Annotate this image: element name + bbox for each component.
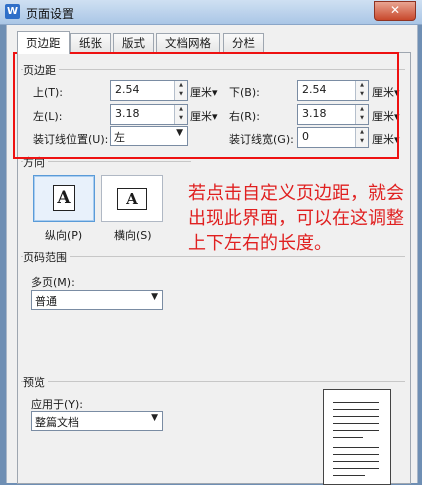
gutter-width-unit[interactable]: 厘米▾ xyxy=(372,131,400,147)
gutter-position-label: 装订线位置(U): xyxy=(33,133,109,146)
multiple-pages-value: 普通 xyxy=(35,295,57,308)
annotation-line: 出现此界面，可以在这调整 xyxy=(188,208,404,229)
gutter-width-label: 装订线宽(G): xyxy=(229,133,294,146)
top-margin-label: 上(T): xyxy=(33,86,64,99)
right-margin-value: 3.18 xyxy=(302,107,327,120)
apply-to-value: 整篇文档 xyxy=(35,416,79,429)
bottom-margin-spinner[interactable]: 2.54 ▲ ▼ xyxy=(297,80,369,101)
top-margin-spinner[interactable]: 2.54 ▲ ▼ xyxy=(110,80,188,101)
tab-document-grid[interactable]: 文档网格 xyxy=(156,33,220,52)
bottom-margin-value: 2.54 xyxy=(302,83,327,96)
page-preview-thumbnail xyxy=(323,389,391,485)
tab-columns[interactable]: 分栏 xyxy=(223,33,264,52)
left-margin-unit[interactable]: 厘米▾ xyxy=(190,108,218,124)
bottom-margin-label: 下(B): xyxy=(229,86,260,99)
landscape-label: 横向(S) xyxy=(114,229,152,242)
orientation-group-label: 方向 xyxy=(23,154,48,170)
preview-group-label: 预览 xyxy=(23,374,48,390)
gutter-width-value: 0 xyxy=(302,130,309,143)
multiple-pages-select[interactable]: 普通 ▼ xyxy=(31,290,163,310)
margins-group-label: 页边距 xyxy=(23,62,59,78)
spinner-arrows-icon[interactable]: ▲ ▼ xyxy=(355,128,368,147)
portrait-label: 纵向(P) xyxy=(45,229,83,242)
dropdown-arrow-icon: ▼ xyxy=(176,128,183,138)
annotation-line: 上下左右的长度。 xyxy=(188,233,332,254)
wps-app-icon: W xyxy=(5,4,20,19)
right-margin-spinner[interactable]: 3.18 ▲ ▼ xyxy=(297,104,369,125)
dropdown-arrow-icon: ▼ xyxy=(151,413,158,423)
tab-layout[interactable]: 版式 xyxy=(113,33,154,52)
page-range-group-label: 页码范围 xyxy=(23,249,70,265)
apply-to-label: 应用于(Y): xyxy=(31,398,84,411)
left-margin-value: 3.18 xyxy=(115,107,140,120)
page-range-group-divider xyxy=(21,256,405,257)
close-button[interactable]: ✕ xyxy=(374,1,416,21)
top-margin-value: 2.54 xyxy=(115,83,140,96)
dropdown-arrow-icon: ▼ xyxy=(151,292,158,302)
annotation-line: 若点击自定义页边距，就会 xyxy=(188,183,404,204)
preview-group-divider xyxy=(21,381,405,382)
spinner-arrows-icon[interactable]: ▲ ▼ xyxy=(355,105,368,124)
apply-to-select[interactable]: 整篇文档 ▼ xyxy=(31,411,163,431)
bottom-margin-unit[interactable]: 厘米▾ xyxy=(372,84,400,100)
annotation-text: 若点击自定义页边距，就会 出现此界面，可以在这调整 上下左右的长度。 xyxy=(188,181,420,256)
landscape-page-icon: A xyxy=(117,188,147,210)
spinner-arrows-icon[interactable]: ▲ ▼ xyxy=(355,81,368,100)
margins-group-divider xyxy=(21,69,405,70)
gutter-position-select[interactable]: 左 ▼ xyxy=(110,126,188,146)
window-title: 页面设置 xyxy=(26,7,75,21)
portrait-page-icon: A xyxy=(53,185,75,211)
portrait-option[interactable]: A xyxy=(33,175,95,222)
tab-margins[interactable]: 页边距 xyxy=(17,31,70,54)
gutter-width-spinner[interactable]: 0 ▲ ▼ xyxy=(297,127,369,148)
left-margin-label: 左(L): xyxy=(33,110,63,123)
multiple-pages-label: 多页(M): xyxy=(31,276,75,289)
top-margin-unit[interactable]: 厘米▾ xyxy=(190,84,218,100)
spinner-arrows-icon[interactable]: ▲ ▼ xyxy=(174,81,187,100)
tab-paper[interactable]: 纸张 xyxy=(70,33,111,52)
title-bar: W 页面设置 ✕ xyxy=(0,0,422,25)
right-margin-unit[interactable]: 厘米▾ xyxy=(372,108,400,124)
left-margin-spinner[interactable]: 3.18 ▲ ▼ xyxy=(110,104,188,125)
gutter-position-value: 左 xyxy=(114,131,125,144)
landscape-option[interactable]: A xyxy=(101,175,163,222)
spinner-arrows-icon[interactable]: ▲ ▼ xyxy=(174,105,187,124)
right-margin-label: 右(R): xyxy=(229,110,260,123)
